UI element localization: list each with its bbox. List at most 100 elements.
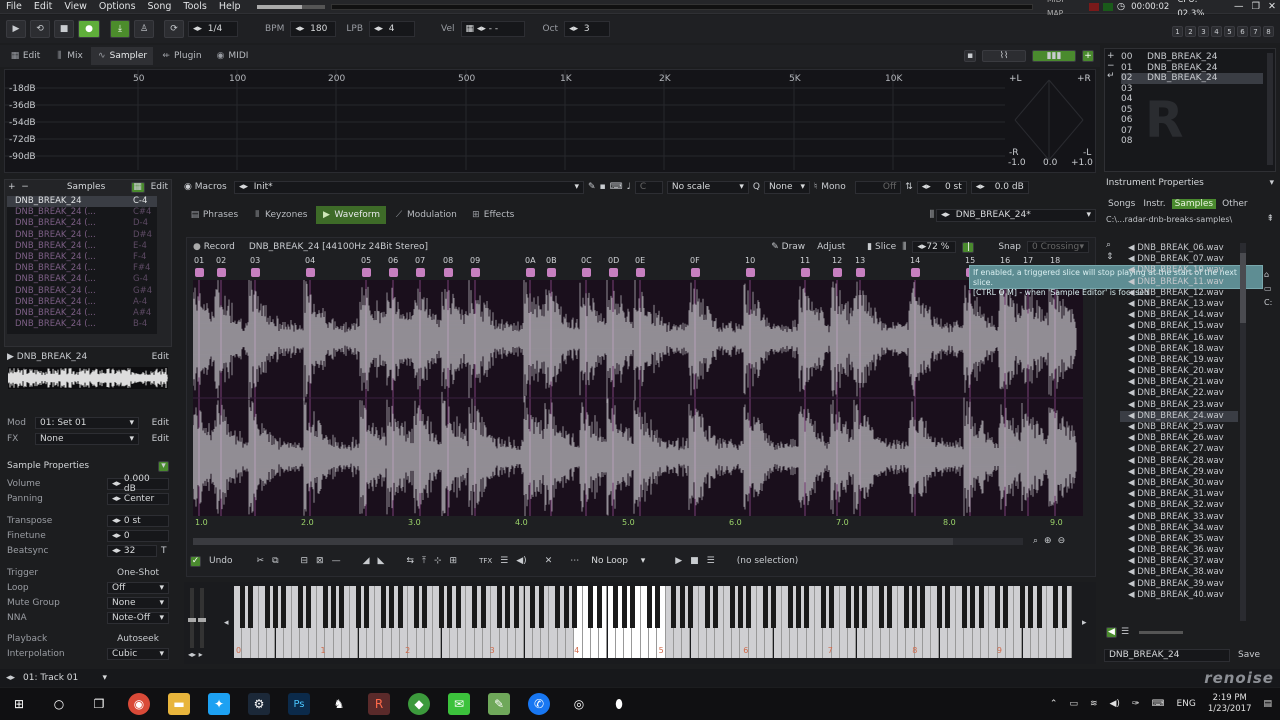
clock[interactable]: 2:19 PM 1/23/2017 [1208,693,1252,715]
piano-black-key[interactable] [970,586,976,628]
track-num-8[interactable]: 8 [1263,26,1274,37]
tab-keyzones[interactable]: ⫴ Keyzones [246,206,313,224]
macros-button[interactable]: ◉ Macros [184,182,230,192]
piano-black-key[interactable] [563,586,569,628]
editor-title-select[interactable]: ◂▸ DNB_BREAK_24* ▾ [936,208,1096,222]
slice-marker[interactable] [306,268,315,277]
edit-preset-icon[interactable]: ✎ [588,182,596,192]
crop-icon[interactable]: ⊟ [301,556,309,566]
sample-list-item[interactable]: DNB_BREAK_24 (... C#4 [7,207,157,218]
track-num-3[interactable]: 3 [1198,26,1209,37]
undo-checkbox[interactable]: ✓ [190,555,201,567]
piano-black-key[interactable] [588,586,594,628]
bpm-field[interactable]: ◂▸ 180 [290,21,337,37]
record-button[interactable]: ● [78,20,100,38]
piano-black-key[interactable] [1061,586,1067,628]
interpolation-select[interactable]: Cubic ▾ [107,648,169,660]
browser-search-icon[interactable]: ⌕ [1106,240,1120,252]
piano-black-key[interactable] [472,586,478,628]
play-selection-icon[interactable]: ▶ [675,556,682,566]
slice-marker[interactable] [609,268,618,277]
menu-icon[interactable]: ☰ [707,556,715,566]
block-loop-button[interactable]: ⟳ [164,20,184,38]
piano-black-key[interactable] [447,586,453,628]
playback-button[interactable]: Autoseek [107,633,169,645]
piano-black-key[interactable] [364,586,370,628]
piano-black-key[interactable] [912,586,918,628]
add-icon[interactable]: + [1082,50,1094,62]
menu-view[interactable]: View [58,0,93,14]
instrument-list-scrollbar[interactable] [1267,53,1273,165]
piano-black-key[interactable] [1020,586,1025,628]
slice-stop-toggle[interactable]: | [962,241,975,253]
piano-black-key[interactable] [737,586,743,628]
tab-midi[interactable]: ◉ MIDI [210,47,255,65]
trigger-button[interactable]: One-Shot [107,567,169,579]
sample-list-item[interactable]: DNB_BREAK_24 (... B-4 [7,319,157,330]
piano-black-key[interactable] [1003,586,1009,628]
browser-file-item[interactable]: ◀ DNB_BREAK_21.wav [1120,377,1238,388]
browser-file-item[interactable]: ◀ DNB_BREAK_16.wav [1120,333,1238,344]
messenger-icon[interactable]: ✆ [528,693,550,715]
piano-black-key[interactable] [704,586,710,628]
spectrum-button[interactable]: ▮▮▮ [1032,50,1076,62]
instrument-slot-02[interactable]: 02 DNB_BREAK_24 [1121,73,1263,84]
piano-black-key[interactable] [903,586,909,628]
piano-black-key[interactable] [795,586,801,628]
master-volume-slider[interactable] [256,4,325,9]
browser-path[interactable]: C:\...radar-dnb-breaks-samples\ [1106,215,1254,224]
wifi-icon[interactable]: ≋ [1090,699,1098,709]
menu-song[interactable]: Song [142,0,178,14]
slice-button[interactable]: ▮ Slice [867,242,896,252]
browser-file-item[interactable]: ◀ DNB_BREAK_40.wav [1120,590,1238,601]
track-select[interactable]: 01: Track 01 ▾ [19,672,111,684]
track-num-1[interactable]: 1 [1172,26,1183,37]
follow-button[interactable]: ⤓ [110,20,130,38]
sample-list-item[interactable]: DNB_BREAK_24 (... A-4 [7,297,157,308]
play-button[interactable]: ▶ [6,20,26,38]
remove-instrument-icon[interactable]: − [1107,61,1119,71]
piano-black-key[interactable] [654,586,660,628]
chrome-icon[interactable]: ◉ [128,693,150,715]
snap-select[interactable]: 0 Crossing ▾ [1027,241,1089,253]
piano-keyboard[interactable]: 0 1 2 3 4 5 6 7 8 9 [234,586,1074,658]
piano-black-key[interactable] [505,586,511,628]
tab-edit[interactable]: ▦ Edit [4,47,46,65]
browser-file-item[interactable]: ◀ DNB_BREAK_18.wav [1120,344,1238,355]
tab-modulation[interactable]: ⟋ Modulation [388,206,463,224]
fx-edit-button[interactable]: Edit [152,434,169,444]
stop-button[interactable]: ■ [54,20,74,38]
disk-icon[interactable]: ▪ [964,50,976,62]
tab-plugin[interactable]: ⇷ Plugin [155,47,207,65]
piano-black-key[interactable] [829,586,835,628]
browser-file-item[interactable]: ◀ DNB_BREAK_19.wav [1120,355,1238,366]
track-num-5[interactable]: 5 [1224,26,1235,37]
browser-file-item[interactable]: ◀ DNB_BREAK_26.wav [1120,433,1238,444]
instrument-slot-01[interactable]: 01 DNB_BREAK_24 [1121,63,1263,74]
browser-tab-songs[interactable]: Songs [1106,199,1137,209]
tab-sampler[interactable]: ∿ Sampler [90,47,154,65]
piano-black-key[interactable] [878,586,884,628]
piano-black-key[interactable] [497,586,503,628]
fade-in-icon[interactable]: ◢ [363,556,370,566]
browser-tab-other[interactable]: Other [1220,199,1250,209]
add-sample-icon[interactable]: + [8,182,16,192]
waveform-canvas[interactable] [192,275,1083,523]
browser-tab-samples[interactable]: Samples [1171,199,1217,209]
track-num-4[interactable]: 4 [1211,26,1222,37]
menu-file[interactable]: File [0,0,28,14]
slice-marker[interactable] [444,268,453,277]
tune-icon[interactable]: ♮ [814,182,817,192]
current-sample-edit[interactable]: Edit [152,352,169,362]
slice-marker[interactable] [526,268,535,277]
piano-black-key[interactable] [264,586,270,628]
preview-play-icon[interactable]: ◀ [1106,626,1117,638]
slice-marker[interactable] [746,268,755,277]
piano-black-key[interactable] [339,586,345,628]
slice-marker[interactable] [636,268,645,277]
snap-button[interactable]: Snap [998,242,1021,252]
fx-select[interactable]: None ▾ [35,433,139,445]
piano-black-key[interactable] [414,586,420,628]
lpb-field[interactable]: ◂▸ 4 [369,21,415,37]
sample-list-item[interactable]: DNB_BREAK_24 (... D-4 [7,218,157,229]
